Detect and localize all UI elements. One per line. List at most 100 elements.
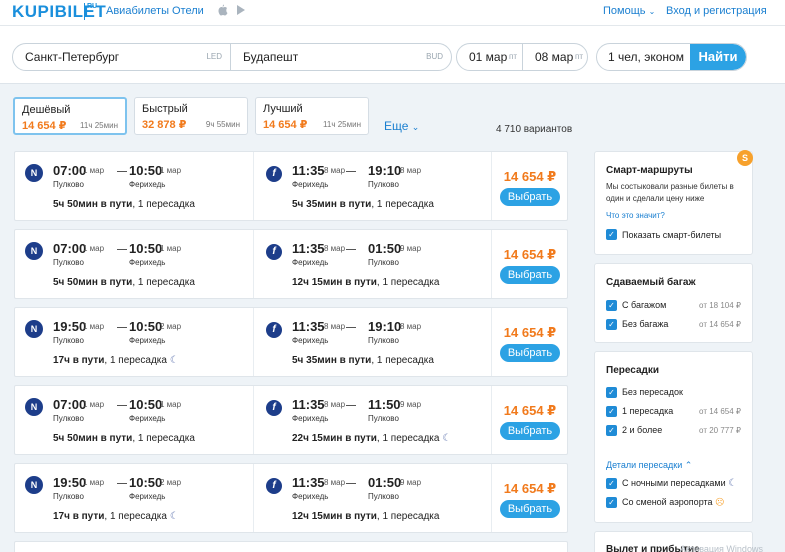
arr-airport: Пулково xyxy=(368,180,399,189)
dep-airport: Ферихедь xyxy=(292,492,329,501)
price: 14 654 ₽ xyxy=(503,403,557,418)
checkbox[interactable]: ✓ xyxy=(606,387,617,398)
nav-flights[interactable]: Авиабилеты xyxy=(106,5,169,17)
dep-time: 07:00 xyxy=(53,163,87,178)
choose-button[interactable]: Выбрать xyxy=(500,422,560,440)
moon-icon: ☾ xyxy=(728,478,738,489)
sort-tab-best[interactable]: Лучший 14 654 ₽ 11ч 25мин xyxy=(255,97,369,135)
result-card: N 19:50 1 мар 10:50 2 мар Пулково Ферихе… xyxy=(14,463,568,533)
airline-logo-icon: N xyxy=(25,164,43,182)
dep-time: 07:00 xyxy=(53,397,87,412)
passengers-group: 1 чел, эконом Найти xyxy=(596,43,747,71)
checkbox-label: Без багажа xyxy=(622,319,669,329)
choose-button[interactable]: Выбрать xyxy=(500,266,560,284)
sort-tab-price: 14 654 ₽ xyxy=(263,119,308,131)
arr-airport: Пулково xyxy=(368,336,399,345)
choose-button[interactable]: Выбрать xyxy=(500,344,560,362)
smart-info-link[interactable]: Что это значит? xyxy=(606,211,665,220)
checkbox-label: 2 и более xyxy=(622,425,663,435)
arr-airport: Ферихедь xyxy=(129,180,166,189)
checkbox-label: С ночными пересадками ☾ xyxy=(622,478,738,489)
checkbox[interactable]: ✓ xyxy=(606,300,617,311)
login-link[interactable]: Вход и регистрация xyxy=(666,5,767,17)
arr-date: 2 мар xyxy=(160,322,182,331)
trip-summary: 17ч в пути, 1 пересадка ☾ xyxy=(53,511,179,522)
passengers-field[interactable]: 1 чел, эконом xyxy=(608,50,684,64)
leg-return: f 11:35 8 мар 19:10 8 мар Ферихедь Пулко… xyxy=(253,308,491,376)
nav-hotels[interactable]: Отели xyxy=(172,5,204,17)
route-line xyxy=(346,249,356,250)
trip-summary: 17ч в пути, 1 пересадка ☾ xyxy=(53,355,179,366)
arr-date: 1 мар xyxy=(160,166,182,175)
checkbox[interactable]: ✓ xyxy=(606,406,617,417)
dep-airport: Ферихедь xyxy=(292,336,329,345)
choose-button[interactable]: Выбрать xyxy=(500,188,560,206)
arr-airport: Ферихедь xyxy=(129,336,166,345)
dep-time: 11:35 xyxy=(292,397,325,412)
price: 14 654 ₽ xyxy=(503,169,557,184)
arr-time: 10:50 xyxy=(129,475,163,490)
help-link[interactable]: Помощь ⌄ xyxy=(603,5,655,17)
panel-title: Пересадки xyxy=(606,365,660,376)
leg-outbound: N 19:50 1 мар 10:50 2 мар Пулково Ферихе… xyxy=(15,464,253,532)
arr-time: 19:10 xyxy=(368,319,402,334)
price: 14 654 ₽ xyxy=(503,247,557,262)
arr-airport: Ферихедь xyxy=(129,258,166,267)
checkbox-label: Без пересадок xyxy=(622,387,683,397)
dep-airport: Ферихедь xyxy=(292,258,329,267)
checkbox[interactable]: ✓ xyxy=(606,478,617,489)
option-price: от 14 654 ₽ xyxy=(699,407,741,416)
to-field[interactable]: Будапешт BUD xyxy=(231,44,451,70)
checkbox-label: С багажом xyxy=(622,300,667,310)
baggage-panel: Сдаваемый багаж ✓ С багажом от 18 104 ₽ … xyxy=(594,263,753,343)
panel-title: Смарт-маршруты xyxy=(606,165,693,176)
arr-airport: Пулково xyxy=(368,492,399,501)
checkbox[interactable]: ✓ xyxy=(606,319,617,330)
from-city: Санкт-Петербург xyxy=(25,50,120,64)
to-city: Будапешт xyxy=(243,50,299,64)
sort-tab-duration: 11ч 25мин xyxy=(323,120,361,129)
arr-date: 9 мар xyxy=(400,400,422,409)
leg-return: f 11:35 8 мар 01:50 9 мар Ферихедь Пулко… xyxy=(253,230,491,298)
route-line xyxy=(117,171,127,172)
chevron-down-icon: ⌄ xyxy=(648,7,656,16)
from-field[interactable]: Санкт-Петербург LED xyxy=(13,44,231,70)
route-line xyxy=(117,405,127,406)
sort-tab-cheapest[interactable]: Дешёвый 14 654 ₽ 11ч 25мин xyxy=(13,97,127,135)
choose-button[interactable]: Выбрать xyxy=(500,500,560,518)
smart-description: Мы состыковали разные билеты в один и сд… xyxy=(606,182,734,203)
variants-count: 4 710 вариантов xyxy=(496,124,573,135)
dep-time: 19:50 xyxy=(53,319,87,334)
date-out-field[interactable]: 01 мар пт xyxy=(457,44,523,70)
trip-summary: 22ч 15мин в пути, 1 пересадка ☾ xyxy=(292,433,452,444)
warning-icon: ☹ xyxy=(715,497,725,507)
leg-outbound: N 07:00 1 мар 10:50 1 мар Пулково Ферихе… xyxy=(15,386,253,454)
price-column: 14 654 ₽ Выбрать xyxy=(491,230,567,298)
dep-date: 8 мар xyxy=(324,166,346,175)
sort-tab-fastest[interactable]: Быстрый 32 878 ₽ 9ч 55мин xyxy=(134,97,248,135)
android-icon[interactable] xyxy=(236,4,246,19)
price-column: 14 654 ₽ Выбрать xyxy=(491,308,567,376)
route-fields: Санкт-Петербург LED Будапешт BUD xyxy=(12,43,452,71)
checkbox[interactable]: ✓ xyxy=(606,425,617,436)
find-button[interactable]: Найти xyxy=(690,44,746,70)
arr-airport: Ферихедь xyxy=(129,492,166,501)
leg-return: f 11:35 8 мар 01:50 9 мар Ферихедь Пулко… xyxy=(253,464,491,532)
transfer-details-link[interactable]: Детали пересадки ⌃ xyxy=(606,460,692,471)
option-price: от 20 777 ₽ xyxy=(699,426,741,435)
arr-date: 1 мар xyxy=(160,244,182,253)
trip-summary: 5ч 35мин в пути, 1 пересадка xyxy=(292,355,434,366)
checkbox[interactable]: ✓ xyxy=(606,229,617,240)
checkbox[interactable]: ✓ xyxy=(606,497,617,508)
dep-date: 8 мар xyxy=(324,244,346,253)
more-sort-link[interactable]: Еще ⌄ xyxy=(384,119,419,133)
arr-airport: Пулково xyxy=(368,414,399,423)
apple-icon[interactable] xyxy=(218,4,228,19)
date-back-field[interactable]: 08 мар пт xyxy=(523,44,589,70)
airline-logo-icon: f xyxy=(266,166,282,182)
dep-airport: Пулково xyxy=(53,258,84,267)
sort-tab-duration: 9ч 55мин xyxy=(205,120,240,129)
dep-date: 1 мар xyxy=(83,244,105,253)
airline-logo-icon: f xyxy=(266,478,282,494)
result-card: N 19:50 1 мар 10:50 2 мар Пулково Ферихе… xyxy=(14,307,568,377)
